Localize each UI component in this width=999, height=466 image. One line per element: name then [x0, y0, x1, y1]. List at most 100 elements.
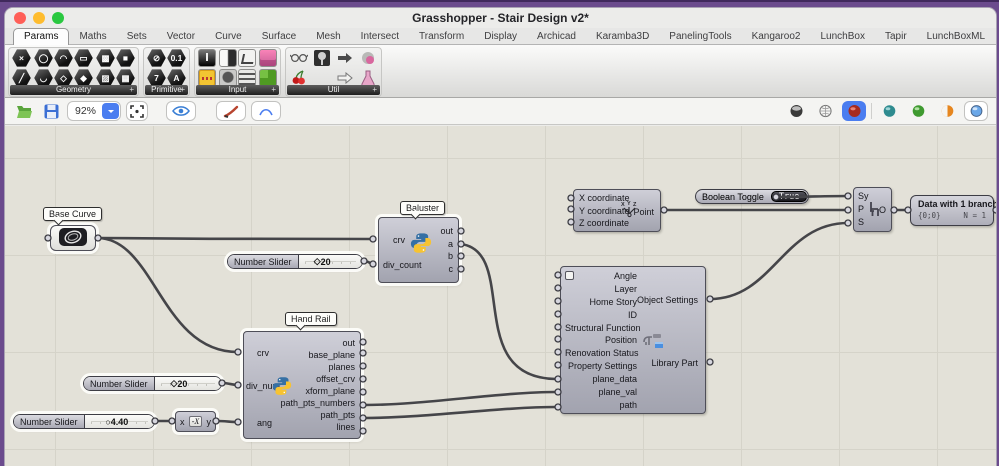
- galapagos-icon[interactable]: [312, 49, 332, 67]
- box-param-icon[interactable]: ▩: [96, 49, 115, 67]
- data-output-arrow-icon[interactable]: [335, 49, 355, 67]
- gradient-widget-icon[interactable]: [259, 49, 277, 67]
- object-input[interactable]: Sy: [858, 191, 869, 201]
- base-curve-param[interactable]: [50, 225, 96, 251]
- zoom-extents-icon[interactable]: [126, 101, 149, 121]
- base-curve-tag[interactable]: Base Curve: [43, 207, 103, 221]
- category-tab[interactable]: Karamba3D: [586, 29, 659, 44]
- category-tab[interactable]: Kangaroo2: [742, 29, 811, 44]
- input-crv[interactable]: crv: [393, 235, 405, 245]
- object-settings-input[interactable]: Angle: [565, 271, 637, 281]
- object-settings-input[interactable]: plane_val: [565, 387, 637, 397]
- rectangle-param-icon[interactable]: ▭: [74, 49, 93, 67]
- input-ang[interactable]: ang: [257, 418, 272, 428]
- object-settings-input[interactable]: ID: [565, 310, 637, 320]
- graph-mapper-icon[interactable]: [238, 49, 256, 67]
- category-tab[interactable]: Mesh: [306, 29, 350, 44]
- baluster-tag[interactable]: Baluster: [400, 201, 446, 215]
- gem-orange-icon[interactable]: [935, 101, 959, 121]
- category-tab[interactable]: Intersect: [351, 29, 409, 44]
- glasses-icon[interactable]: [289, 49, 309, 67]
- hand-rail-output[interactable]: out: [280, 338, 355, 348]
- object-settings-input[interactable]: Structural Function: [565, 323, 641, 333]
- hand-rail-output[interactable]: path_pts_numbers: [280, 398, 355, 408]
- output-library-part[interactable]: Library Part: [651, 358, 698, 368]
- number-slider-top[interactable]: Number Slider ◇ 20: [227, 254, 363, 269]
- object-settings-input[interactable]: Layer: [565, 284, 637, 294]
- number-slider-bottom[interactable]: Number Slider ○ 4.40: [13, 414, 155, 429]
- negate-expression-component[interactable]: x -X y: [175, 411, 216, 432]
- hand-rail-component[interactable]: crv div_num ang out base_plane planes offse…: [243, 331, 361, 439]
- open-file-icon[interactable]: [13, 101, 35, 121]
- object-settings-input[interactable]: Home Story: [565, 297, 637, 307]
- boolean-param-icon[interactable]: ⊘: [147, 49, 166, 67]
- hand-rail-output[interactable]: lines: [280, 422, 355, 432]
- number-param-icon[interactable]: 0.1: [167, 49, 186, 67]
- category-tab[interactable]: Sets: [117, 29, 157, 44]
- category-tab[interactable]: LunchBox: [811, 29, 875, 44]
- baluster-output[interactable]: b: [440, 251, 453, 261]
- baluster-output[interactable]: c: [440, 264, 454, 274]
- toggle-value[interactable]: True: [770, 191, 808, 202]
- button-widget-icon[interactable]: [198, 49, 216, 67]
- object-settings-input[interactable]: Position: [565, 335, 637, 345]
- panel-widget-icon[interactable]: [219, 49, 237, 67]
- number-slider-mid[interactable]: Number Slider ◇ 20: [83, 376, 222, 391]
- category-tab[interactable]: Display: [474, 29, 527, 44]
- category-tab[interactable]: Params: [13, 28, 70, 45]
- util-group-label[interactable]: Util: [287, 85, 380, 95]
- preview-eye-icon[interactable]: [166, 101, 197, 121]
- definition-canvas[interactable]: Base Curve Number Slider ◇ 20 Baluster cr…: [5, 126, 996, 466]
- baluster-output[interactable]: out: [440, 226, 453, 236]
- zoom-window-button[interactable]: [52, 12, 64, 24]
- slider-track[interactable]: ○ 4.40: [84, 415, 154, 428]
- category-tab[interactable]: Maths: [69, 29, 116, 44]
- output-object-settings[interactable]: Object Settings: [637, 295, 698, 305]
- object-settings-component[interactable]: Angle Layer Home Story ID Structural Functio…: [560, 266, 706, 414]
- slider-track[interactable]: ◇ 20: [154, 377, 221, 390]
- gem-blue-icon[interactable]: [964, 101, 988, 121]
- object-input[interactable]: P: [858, 204, 869, 214]
- category-tab[interactable]: Vector: [157, 29, 205, 44]
- category-tab[interactable]: Surface: [252, 29, 306, 44]
- slider-track[interactable]: ◇ 20: [298, 255, 362, 268]
- baluster-output[interactable]: a: [440, 239, 453, 249]
- category-tab[interactable]: PanelingTools: [659, 29, 741, 44]
- mesh-param-icon[interactable]: ■: [116, 49, 135, 67]
- display-wireframe-icon[interactable]: [813, 101, 837, 121]
- slider-grip-value[interactable]: ◇ 20: [170, 377, 187, 390]
- display-shaded-icon[interactable]: [784, 101, 808, 121]
- boolean-toggle[interactable]: Boolean Toggle True: [695, 189, 810, 204]
- archicad-object-component[interactable]: Sy P S O: [853, 187, 892, 232]
- object-settings-input[interactable]: path: [565, 400, 637, 410]
- category-tab[interactable]: LunchBoxML: [917, 29, 995, 44]
- hand-rail-output[interactable]: planes: [280, 362, 355, 372]
- minimize-window-button[interactable]: [33, 12, 45, 24]
- category-tab[interactable]: Tapir: [875, 29, 917, 44]
- object-settings-input[interactable]: Property Settings: [565, 361, 637, 371]
- input-crv[interactable]: crv: [257, 348, 269, 358]
- gem-green-icon[interactable]: [906, 101, 930, 121]
- display-preview-on-icon[interactable]: [842, 101, 866, 121]
- curve-param-icon[interactable]: ◠: [54, 49, 73, 67]
- category-tab[interactable]: Curve: [205, 29, 252, 44]
- category-tab[interactable]: Archicad: [527, 29, 586, 44]
- hand-rail-tag[interactable]: Hand Rail: [285, 312, 337, 326]
- slider-grip-value[interactable]: ◇ 20: [314, 255, 331, 268]
- gem-teal-icon[interactable]: [877, 101, 901, 121]
- jar-icon[interactable]: [358, 49, 378, 67]
- save-file-icon[interactable]: [40, 101, 62, 121]
- close-window-button[interactable]: [14, 12, 26, 24]
- zoom-dropdown-button[interactable]: [102, 103, 120, 119]
- circle-param-icon[interactable]: ◯: [34, 49, 53, 67]
- category-tab[interactable]: Transform: [409, 29, 474, 44]
- object-settings-input[interactable]: plane_data: [565, 374, 637, 384]
- geometry-param-icon[interactable]: ×: [12, 49, 31, 67]
- input-x[interactable]: x: [180, 417, 185, 427]
- object-settings-input[interactable]: Renovation Status: [565, 348, 639, 358]
- output-y[interactable]: y: [207, 417, 212, 427]
- baluster-component[interactable]: crv div_count out a b c: [378, 217, 459, 283]
- construct-point-component[interactable]: X coordinate Y coordinate Z coordinate XYZ…: [573, 189, 661, 232]
- hand-rail-output[interactable]: base_plane: [280, 350, 355, 360]
- data-result-panel[interactable]: Data with 1 branches {0;0} N = 1: [910, 195, 996, 226]
